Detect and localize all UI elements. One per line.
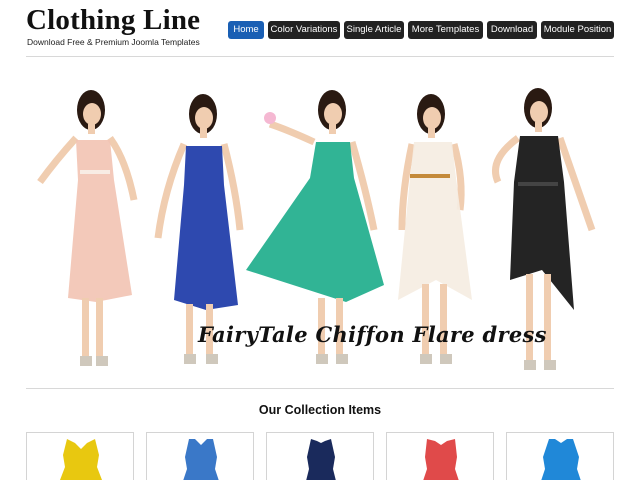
nav-item-color-variations[interactable]: Color Variations	[268, 21, 340, 39]
site-title[interactable]: Clothing Line	[26, 4, 200, 37]
collection-item-image	[541, 439, 581, 480]
collection-item[interactable]	[266, 432, 374, 480]
nav-item-more-templates[interactable]: More Templates	[408, 21, 483, 39]
collection-item[interactable]	[506, 432, 614, 480]
nav-item-module-position[interactable]: Module Position	[541, 21, 614, 39]
nav-item-home[interactable]: Home	[228, 21, 264, 39]
hero-caption: FairyTale Chiffon Flare dress	[198, 322, 547, 347]
collection-grid	[26, 432, 614, 480]
hero-divider	[26, 388, 614, 389]
collection-item-image	[423, 439, 459, 480]
collection-item-image	[60, 439, 102, 480]
model-pink-dress	[37, 90, 138, 366]
collection-item-image	[183, 439, 219, 480]
collection-item[interactable]	[386, 432, 494, 480]
nav-item-download[interactable]: Download	[487, 21, 537, 39]
collection-item[interactable]	[26, 432, 134, 480]
site-header: Clothing Line Download Free & Premium Jo…	[0, 0, 640, 56]
hero-slideshow[interactable]: FairyTale Chiffon Flare dress	[26, 70, 614, 380]
collection-item-image	[306, 439, 336, 480]
collection-heading: Our Collection Items	[258, 403, 382, 417]
site-tagline: Download Free & Premium Joomla Templates	[27, 37, 200, 47]
collection-item[interactable]	[146, 432, 254, 480]
header-divider	[26, 56, 614, 57]
nav-item-single-article[interactable]: Single Article	[344, 21, 404, 39]
